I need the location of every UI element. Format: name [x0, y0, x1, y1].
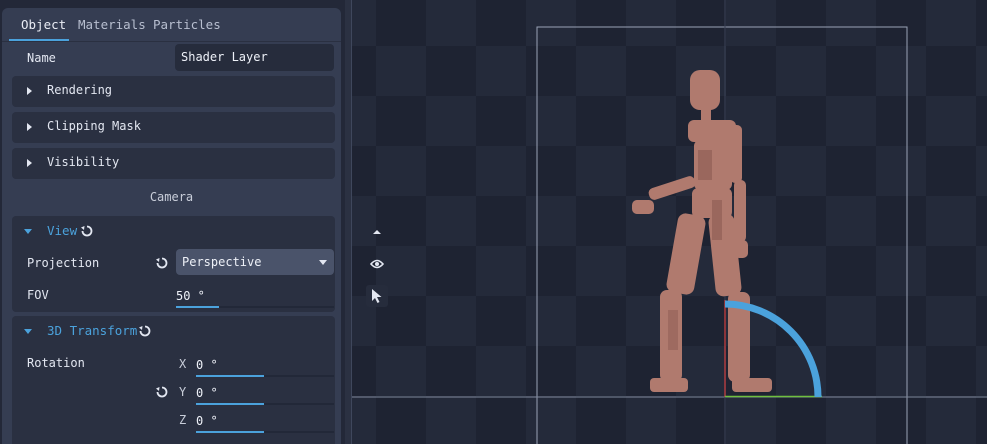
projection-label: Projection	[27, 256, 100, 270]
transform-label[interactable]: 3D Transform	[47, 323, 137, 338]
rotation-z-value: 0 °	[196, 414, 218, 428]
section-rendering[interactable]: Rendering	[12, 76, 335, 107]
eye-icon[interactable]	[366, 253, 388, 275]
projection-dropdown[interactable]: Perspective	[176, 249, 334, 275]
projection-reset-icon[interactable]	[155, 256, 169, 270]
reset-icon[interactable]	[80, 224, 94, 238]
fov-value: 50 °	[176, 289, 205, 303]
section-rendering-label: Rendering	[47, 83, 113, 97]
rotation-y-value: 0 °	[196, 386, 218, 400]
tab-bar: Object Materials Particles	[2, 8, 341, 42]
rotation-z-slider[interactable]: 0 °	[196, 411, 334, 433]
up-arrow-icon[interactable]	[366, 221, 388, 243]
reset-icon[interactable]	[138, 324, 152, 338]
chevron-right-icon	[27, 159, 32, 167]
tab-object[interactable]: Object	[21, 17, 66, 32]
rotation-reset-icon[interactable]	[155, 385, 169, 399]
rotation-label: Rotation	[27, 356, 85, 370]
cursor-icon[interactable]	[366, 285, 388, 307]
rotation-x-slider[interactable]: 0 °	[196, 355, 334, 377]
axis-y-label: Y	[179, 385, 187, 399]
chevron-right-icon	[27, 123, 32, 131]
rotation-z-fill	[196, 431, 264, 433]
fov-slider[interactable]: 50 °	[176, 286, 334, 308]
rotation-y-slider[interactable]: 0 °	[196, 383, 334, 405]
section-clipping-mask[interactable]: Clipping Mask	[12, 112, 335, 143]
chevron-down-icon	[319, 260, 327, 265]
fov-fill	[176, 306, 219, 308]
axis-z-label: Z	[179, 413, 187, 427]
properties-panel: Object Materials Particles Name Shader L…	[2, 8, 341, 444]
name-field[interactable]: Shader Layer	[175, 44, 334, 71]
chevron-right-icon	[27, 87, 32, 95]
name-label: Name	[27, 51, 56, 65]
tab-materials[interactable]: Materials	[78, 17, 146, 32]
rotation-y-fill	[196, 403, 264, 405]
section-visibility-label: Visibility	[47, 155, 120, 169]
viewport-scene	[352, 0, 987, 444]
camera-title: Camera	[149, 190, 194, 204]
chevron-down-icon[interactable]	[24, 329, 32, 334]
section-visibility[interactable]: Visibility	[12, 148, 335, 179]
tab-particles[interactable]: Particles	[153, 17, 221, 32]
viewport-canvas[interactable]	[352, 0, 987, 444]
chevron-down-icon[interactable]	[24, 229, 32, 234]
section-clipping-mask-label: Clipping Mask	[47, 119, 141, 133]
fov-label: FOV	[27, 288, 49, 302]
projection-value: Perspective	[182, 255, 262, 269]
tab-divider	[2, 41, 341, 42]
rotation-x-value: 0 °	[196, 358, 218, 372]
rotation-x-fill	[196, 375, 264, 377]
axis-x-label: X	[179, 357, 187, 371]
view-label[interactable]: View	[47, 223, 77, 238]
